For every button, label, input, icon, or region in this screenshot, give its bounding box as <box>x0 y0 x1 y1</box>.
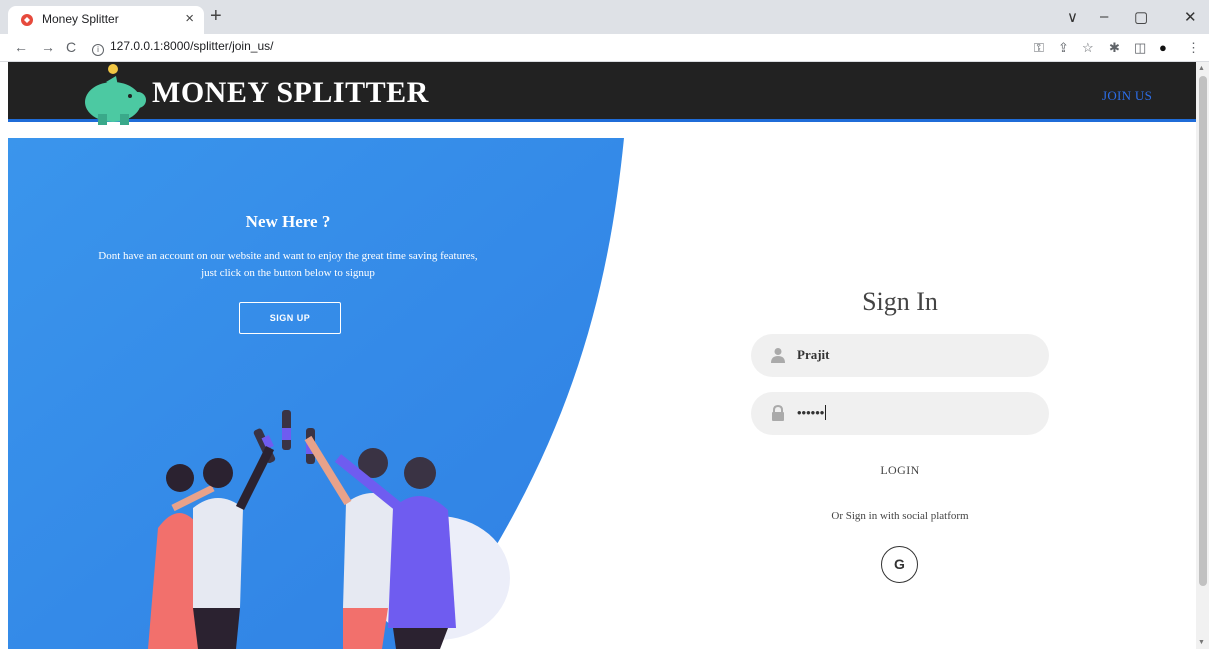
lock-icon <box>772 405 784 421</box>
username-value: Prajit <box>797 347 830 362</box>
password-field[interactable]: •••••• <box>751 392 1049 435</box>
google-signin-button[interactable]: G <box>881 546 918 583</box>
tab-search-icon[interactable]: ∨ <box>1067 8 1078 26</box>
scroll-thumb[interactable] <box>1199 76 1207 586</box>
browser-tab[interactable]: Money Splitter × <box>8 6 204 34</box>
money-splitter-favicon <box>21 14 33 26</box>
url-field[interactable]: i 127.0.0.1:8000/splitter/join_us/ <box>92 39 1022 59</box>
maximize-button[interactable]: ▢ <box>1134 8 1148 26</box>
url-text: 127.0.0.1:8000/splitter/join_us/ <box>110 39 274 53</box>
password-dots: •••••• <box>797 405 825 420</box>
sign-in-title: Sign In <box>862 287 938 316</box>
new-tab-button[interactable]: + <box>210 6 222 26</box>
join-us-link[interactable]: JOIN US <box>1102 88 1152 104</box>
piggy-bank-logo-icon <box>85 64 146 125</box>
social-signin-text: Or Sign in with social platform <box>831 510 969 522</box>
scroll-up-icon[interactable]: ▲ <box>1198 64 1205 72</box>
page-scrollbar[interactable]: ▲ ▼ <box>1196 62 1209 649</box>
password-value: •••••• <box>797 405 827 421</box>
user-icon <box>771 348 785 363</box>
back-button[interactable]: ← <box>14 39 28 55</box>
reload-button[interactable]: C <box>66 39 76 55</box>
friends-toasting-illustration <box>148 410 456 649</box>
login-button[interactable]: LOGIN <box>751 463 1049 478</box>
close-window-button[interactable]: ✕ <box>1184 8 1197 26</box>
extensions-icon[interactable]: ✱ <box>1109 40 1120 56</box>
profile-icon[interactable]: ● <box>1159 40 1167 55</box>
username-field[interactable]: Prajit <box>751 334 1049 377</box>
address-bar-row: ← → C i 127.0.0.1:8000/splitter/join_us/ … <box>0 34 1209 62</box>
site-info-icon[interactable]: i <box>92 44 104 56</box>
new-here-panel: New Here ? Dont have an account on our w… <box>8 138 628 649</box>
tab-title: Money Splitter <box>42 12 119 26</box>
share-icon[interactable]: ⇪ <box>1058 40 1069 56</box>
menu-icon[interactable]: ⋮ <box>1187 40 1200 56</box>
browser-tab-bar: Money Splitter × + ∨ – ▢ ✕ <box>0 0 1209 34</box>
site-header: MONEY SPLITTER JOIN US <box>8 62 1196 125</box>
text-cursor <box>825 405 827 420</box>
key-icon[interactable]: ⚿ <box>1034 40 1044 56</box>
sidepanel-icon[interactable]: ◫ <box>1134 40 1146 56</box>
forward-button[interactable]: → <box>41 39 55 55</box>
scroll-down-icon[interactable]: ▼ <box>1198 638 1205 646</box>
tab-close-icon[interactable]: × <box>185 10 194 27</box>
brand-title[interactable]: MONEY SPLITTER <box>152 76 429 110</box>
minimize-button[interactable]: – <box>1100 8 1108 25</box>
star-icon[interactable]: ☆ <box>1082 40 1094 56</box>
